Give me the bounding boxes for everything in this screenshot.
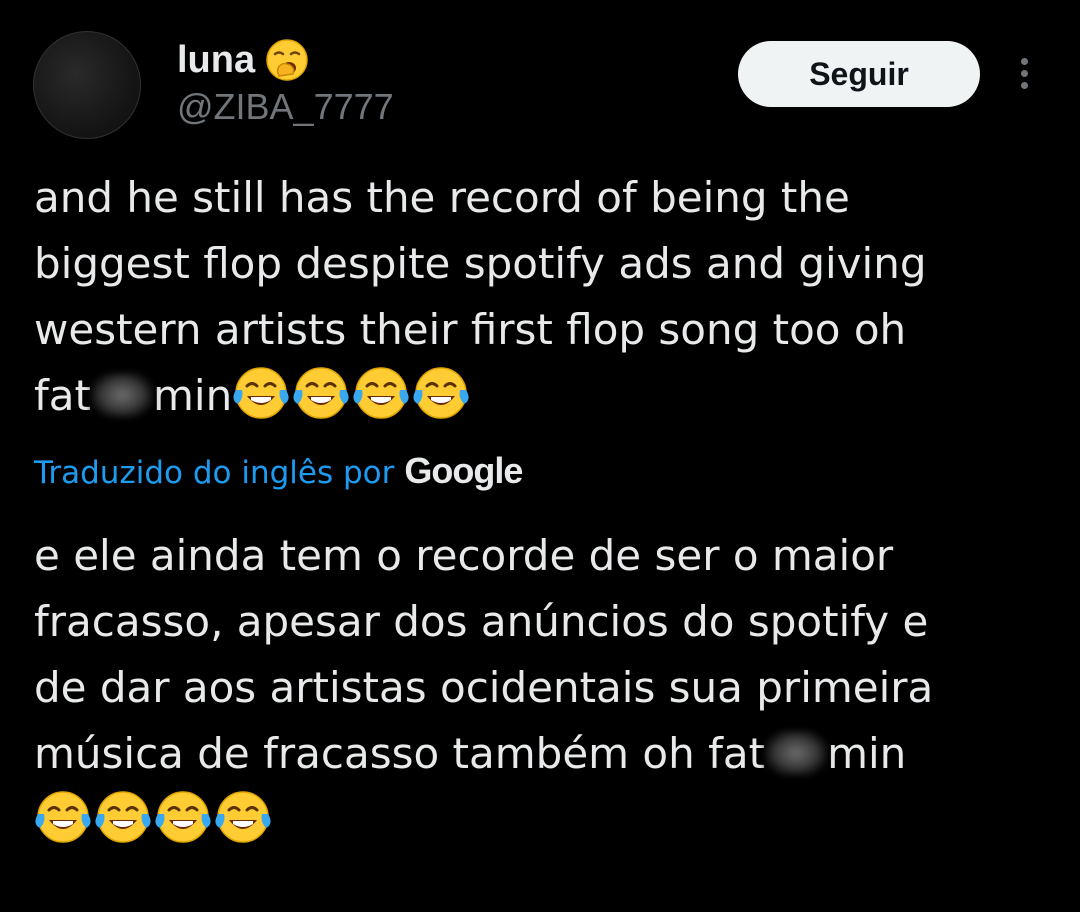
tears-of-joy-icon <box>353 367 409 419</box>
text-line: de dar aos artistas ocidentais sua prime… <box>34 663 934 712</box>
author-name[interactable]: luna <box>177 39 255 82</box>
yawning-face-icon <box>266 39 308 81</box>
text-line: and he still has the record of being the <box>34 173 850 222</box>
tears-of-joy-icon <box>35 791 91 843</box>
avatar[interactable] <box>33 31 141 139</box>
text-fragment: min <box>827 729 907 778</box>
text-line-last: fat min <box>34 363 1044 429</box>
text-line: e ele ainda tem o recorde de ser o maior <box>34 531 894 580</box>
text-fragment: fat <box>34 371 91 420</box>
author-handle[interactable]: @ZIBA_7777 <box>177 86 394 128</box>
translated-by-link[interactable]: Traduzido do inglês por <box>34 455 394 491</box>
text-line: fracasso, apesar dos anúncios do spotify… <box>34 597 929 646</box>
censored-blur <box>765 730 828 776</box>
tweet-original-text: and he still has the record of being the… <box>34 165 1044 429</box>
follow-button[interactable]: Seguir <box>738 41 980 107</box>
tears-of-joy-icon <box>233 367 289 419</box>
tweet-translated-text: e ele ainda tem o recorde de ser o maior… <box>34 523 1044 853</box>
censored-blur <box>91 372 153 418</box>
text-line-last: música de fracasso também oh fat min <box>34 721 1044 787</box>
text-fragment: min <box>153 371 233 420</box>
translation-attribution: Traduzido do inglês por Google <box>34 450 523 492</box>
tears-of-joy-icon <box>95 791 151 843</box>
text-fragment: música de fracasso também oh fat <box>34 729 766 778</box>
author-name-row: luna <box>177 38 309 82</box>
text-line: western artists their first flop song to… <box>34 305 907 354</box>
google-logo: Google <box>404 450 523 491</box>
more-vertical-icon[interactable] <box>1014 58 1034 94</box>
tears-of-joy-icon <box>155 791 211 843</box>
tears-of-joy-icon <box>215 791 271 843</box>
tears-of-joy-icon <box>293 367 349 419</box>
text-line: biggest flop despite spotify ads and giv… <box>34 239 927 288</box>
emoji-group <box>232 367 472 420</box>
tears-of-joy-icon <box>413 367 469 419</box>
emoji-group <box>34 787 1044 853</box>
